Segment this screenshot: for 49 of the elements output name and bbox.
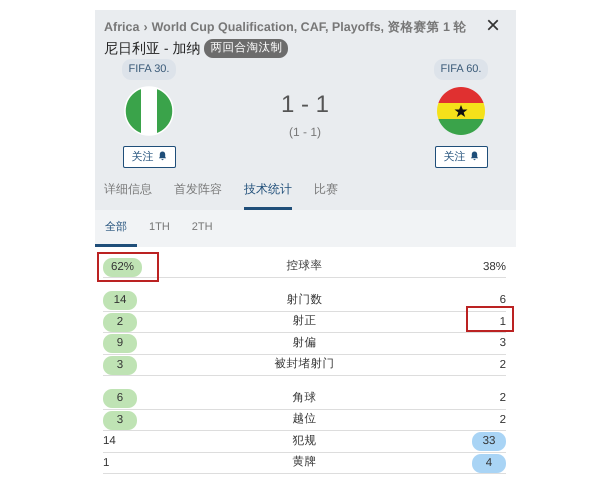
breadcrumb-separator: › (143, 19, 148, 36)
stat-value: 1 (498, 314, 506, 330)
bell-icon (158, 150, 166, 160)
breadcrumb-link[interactable]: World Cup Qualification, CAF, Playoffs, 资格赛第 1 轮 (152, 18, 466, 37)
stat-label: 射偏 (292, 336, 318, 351)
match-score: 1 - 1 (280, 90, 330, 120)
format-badge: 两回合淘汰制 (204, 38, 288, 58)
stat-value: 1 (103, 456, 110, 471)
stat-value: 6 (103, 389, 137, 408)
ghana-flag-icon (436, 86, 486, 136)
stat-value: 33 (472, 432, 506, 452)
tab[interactable]: 首发阵容 (174, 172, 222, 210)
stat-value: 3 (103, 410, 137, 430)
stat-label: 犯规 (292, 434, 318, 449)
nigeria-flag-icon (124, 86, 174, 136)
stat-label: 越位 (292, 412, 318, 428)
stat-value: 2 (498, 391, 506, 406)
stat-value: 6 (498, 293, 506, 308)
period-tab[interactable]: 全部 (95, 210, 137, 246)
stat-value: 4 (472, 454, 506, 473)
stat-label: 角球 (292, 390, 318, 406)
tab[interactable]: 比赛 (314, 172, 338, 210)
match-title: 尼日利亚 - 加纳 (104, 39, 200, 58)
aggregate-score: (1 - 1) (288, 124, 321, 140)
stat-value: 2 (498, 412, 506, 428)
follow-button[interactable]: 关注 (434, 146, 488, 168)
stat-value: 62% (103, 258, 142, 277)
stat-label: 射正 (292, 314, 318, 330)
stat-label: 被封堵射门 (274, 356, 336, 372)
stat-value: 2 (498, 358, 506, 373)
stat-value: 14 (103, 434, 117, 450)
stat-value: 3 (103, 356, 137, 375)
close-button[interactable]: × (480, 14, 506, 38)
stat-label: 黄牌 (292, 454, 318, 470)
stat-value: 38% (482, 260, 506, 275)
rank-badge: FIFA 60. (434, 59, 488, 80)
tab[interactable]: 详细信息 (104, 172, 152, 210)
rank-badge: FIFA 30. (122, 59, 176, 80)
bell-icon (470, 150, 478, 160)
stat-value: 14 (103, 291, 137, 310)
stat-label: 射门数 (286, 292, 324, 308)
breadcrumb-link[interactable]: Africa (104, 18, 140, 37)
period-tab[interactable]: 2TH (182, 210, 223, 246)
stat-value: 9 (103, 334, 137, 354)
stat-value: 3 (498, 336, 506, 352)
follow-button[interactable]: 关注 (122, 146, 176, 168)
stat-label: 控球率 (286, 258, 324, 274)
stat-value: 2 (103, 312, 137, 332)
period-tab[interactable]: 1TH (139, 210, 180, 246)
